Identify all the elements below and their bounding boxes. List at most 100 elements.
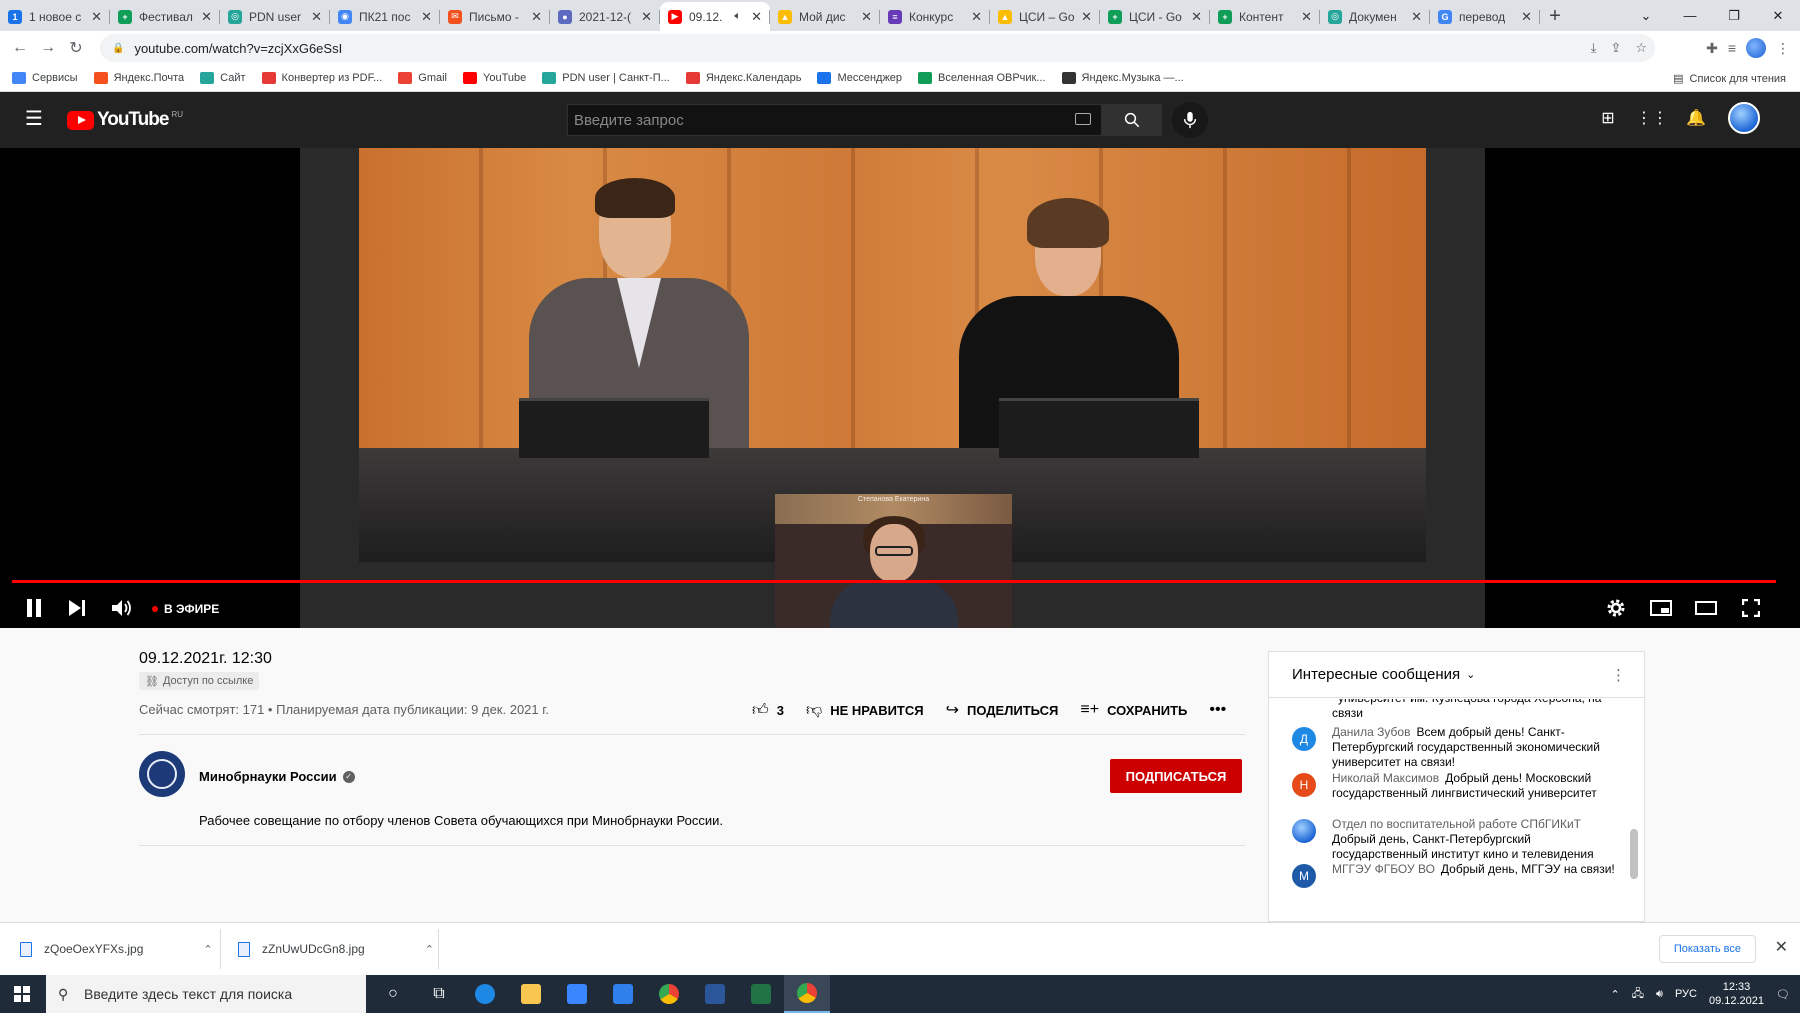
download-item[interactable]: zQoeOexYFXs.jpg ⌃ bbox=[20, 931, 213, 967]
menu-icon[interactable]: ⋮ bbox=[1776, 40, 1790, 57]
pause-icon[interactable] bbox=[16, 592, 52, 624]
chat-author-avatar[interactable] bbox=[1292, 819, 1316, 843]
reading-list-button[interactable]: ▤ Список для чтения bbox=[1673, 65, 1786, 92]
taskbar-search-input[interactable]: ⚲ Введите здесь текст для поиска bbox=[46, 975, 366, 1013]
browser-tab[interactable]: ≡ Конкурс ✕ bbox=[880, 2, 990, 31]
apps-grid-icon[interactable]: ⋮⋮ bbox=[1636, 106, 1668, 130]
edge-icon[interactable] bbox=[462, 975, 508, 1013]
mail-icon[interactable] bbox=[600, 975, 646, 1013]
back-icon[interactable]: ← bbox=[6, 34, 34, 62]
settings-gear-icon[interactable] bbox=[1598, 592, 1634, 624]
tab-close-icon[interactable]: ✕ bbox=[751, 9, 762, 25]
extensions-icon[interactable]: ✚ bbox=[1706, 40, 1718, 57]
browser-tab[interactable]: ▶ 09.12. 🔈︎ ✕ bbox=[660, 2, 770, 31]
video-player[interactable]: Степанова Екатерина В ЭФИРЕ bbox=[0, 148, 1800, 628]
tab-close-icon[interactable]: ✕ bbox=[421, 9, 432, 25]
chat-author-name[interactable]: МГГЭУ ФГБОУ ВО bbox=[1332, 862, 1435, 876]
tab-close-icon[interactable]: ✕ bbox=[1521, 9, 1532, 25]
bookmark-item[interactable]: Gmail bbox=[398, 72, 447, 84]
network-icon[interactable]: 🖧 bbox=[1632, 985, 1644, 1004]
keyboard-icon[interactable] bbox=[1075, 113, 1091, 125]
bookmark-star-icon[interactable]: ☆ bbox=[1635, 40, 1647, 56]
chat-messages[interactable]: университет им. Кузнецова города Херсона… bbox=[1269, 699, 1644, 921]
volume-icon[interactable] bbox=[104, 592, 140, 624]
browser-tab[interactable]: ● 2021-12-(✕ bbox=[550, 2, 660, 31]
store-icon[interactable] bbox=[554, 975, 600, 1013]
address-bar[interactable]: 🔒 youtube.com/watch?v=zcjXxG6eSsI ⤓ ⇪ ☆ bbox=[100, 34, 1655, 62]
tab-close-icon[interactable]: ✕ bbox=[531, 9, 542, 25]
tab-audio-icon[interactable]: 🔈︎ bbox=[734, 10, 741, 23]
share-button[interactable]: ↪ ПОДЕЛИТЬСЯ bbox=[946, 700, 1059, 720]
tab-close-icon[interactable]: ✕ bbox=[971, 9, 982, 25]
word-icon[interactable] bbox=[692, 975, 738, 1013]
lock-icon[interactable]: 🔒 bbox=[112, 43, 124, 54]
next-icon[interactable] bbox=[60, 592, 96, 624]
tab-close-icon[interactable]: ✕ bbox=[91, 9, 102, 25]
tab-close-icon[interactable]: ✕ bbox=[1191, 9, 1202, 25]
browser-tab[interactable]: 1 1 новое с ✕ bbox=[0, 2, 110, 31]
bookmark-item[interactable]: Сайт bbox=[200, 72, 246, 84]
share-page-icon[interactable]: ⇪ bbox=[1610, 40, 1621, 56]
tab-close-icon[interactable]: ✕ bbox=[641, 9, 652, 25]
chat-author-name[interactable]: Николай Максимов bbox=[1332, 771, 1439, 785]
chat-menu-icon[interactable]: ⋮ bbox=[1611, 666, 1626, 684]
bookmark-item[interactable]: Яндекс.Почта bbox=[93, 72, 184, 84]
tab-close-icon[interactable]: ✕ bbox=[861, 9, 872, 25]
chevron-up-icon[interactable]: ⌃ bbox=[203, 943, 212, 956]
browser-tab[interactable]: + Фестивал ✕ bbox=[110, 2, 220, 31]
browser-tab[interactable]: ◉ ПК21 пос ✕ bbox=[330, 2, 440, 31]
new-tab-button[interactable]: + bbox=[1540, 2, 1570, 31]
excel-icon[interactable] bbox=[738, 975, 784, 1013]
fullscreen-icon[interactable] bbox=[1733, 592, 1769, 624]
bookmark-item[interactable]: Конвертер из PDF... bbox=[261, 72, 382, 84]
browser-tab[interactable]: Gперевод ✕ bbox=[1430, 2, 1540, 31]
install-icon[interactable]: ⤓ bbox=[1591, 40, 1597, 56]
search-input[interactable]: Введите запрос bbox=[567, 104, 1102, 136]
start-button[interactable] bbox=[0, 975, 44, 1013]
channel-avatar[interactable] bbox=[139, 751, 185, 797]
chat-author-avatar[interactable]: М bbox=[1292, 864, 1316, 888]
file-explorer-icon[interactable] bbox=[508, 975, 554, 1013]
dislike-button[interactable]: 👎︎ НЕ НРАВИТСЯ bbox=[806, 701, 924, 720]
browser-tab[interactable]: ✉ Письмо - ✕ bbox=[440, 2, 550, 31]
tray-expand-icon[interactable]: ⌃ bbox=[1611, 988, 1620, 1001]
tab-close-icon[interactable]: ✕ bbox=[1411, 9, 1422, 25]
create-video-icon[interactable]: ⊞ bbox=[1596, 106, 1620, 130]
tab-close-icon[interactable]: ✕ bbox=[201, 9, 212, 25]
reload-icon[interactable]: ↻ bbox=[62, 34, 90, 62]
channel-name-link[interactable]: Минобрнауки России ✓ bbox=[199, 769, 355, 784]
youtube-logo[interactable]: YouTube RU bbox=[67, 109, 183, 131]
chat-scrollbar[interactable] bbox=[1630, 829, 1638, 879]
chrome-profile-icon[interactable] bbox=[784, 975, 830, 1013]
profile-avatar[interactable] bbox=[1746, 38, 1766, 58]
close-window-icon[interactable]: ✕ bbox=[1756, 0, 1800, 31]
miniplayer-icon[interactable] bbox=[1643, 592, 1679, 624]
chat-author-avatar[interactable]: Н bbox=[1292, 773, 1316, 797]
bookmark-item[interactable]: Яндекс.Музыка —... bbox=[1061, 72, 1184, 84]
like-button[interactable]: 👍︎ 3 bbox=[752, 701, 784, 720]
show-all-downloads-button[interactable]: Показать все bbox=[1658, 935, 1756, 963]
forward-icon[interactable]: → bbox=[34, 34, 62, 62]
bookmark-item[interactable]: Сервисы bbox=[12, 72, 78, 84]
close-icon[interactable]: ✕ bbox=[1775, 937, 1788, 957]
cortana-icon[interactable]: ○ bbox=[370, 975, 416, 1013]
browser-tab[interactable]: + ЦСИ - Go ✕ bbox=[1100, 2, 1210, 31]
minimize-icon[interactable]: — bbox=[1668, 0, 1712, 31]
more-actions-button[interactable]: ••• bbox=[1209, 701, 1226, 719]
subscribe-button[interactable]: ПОДПИСАТЬСЯ bbox=[1110, 759, 1242, 793]
reading-list-icon[interactable]: ≡ bbox=[1728, 40, 1736, 56]
guide-menu-icon[interactable]: ☰ bbox=[22, 107, 46, 131]
browser-tab[interactable]: + Контент ✕ bbox=[1210, 2, 1320, 31]
download-item[interactable]: zZnUwUDcGn8.jpg ⌃ bbox=[238, 931, 434, 967]
tab-close-icon[interactable]: ✕ bbox=[311, 9, 322, 25]
chat-author-avatar[interactable]: Д bbox=[1292, 727, 1316, 751]
restore-icon[interactable]: ❐ bbox=[1712, 0, 1756, 31]
save-button[interactable]: ≡+ СОХРАНИТЬ bbox=[1080, 701, 1187, 719]
chrome-icon[interactable] bbox=[646, 975, 692, 1013]
tab-close-icon[interactable]: ✕ bbox=[1301, 9, 1312, 25]
chat-author-name[interactable]: Данила Зубов bbox=[1332, 725, 1410, 739]
clock[interactable]: 12:33 09.12.2021 bbox=[1709, 980, 1764, 1008]
theater-mode-icon[interactable] bbox=[1688, 592, 1724, 624]
tab-search-icon[interactable]: ⌄ bbox=[1624, 0, 1668, 31]
browser-tab[interactable]: ▲ ЦСИ – Go ✕ bbox=[990, 2, 1100, 31]
